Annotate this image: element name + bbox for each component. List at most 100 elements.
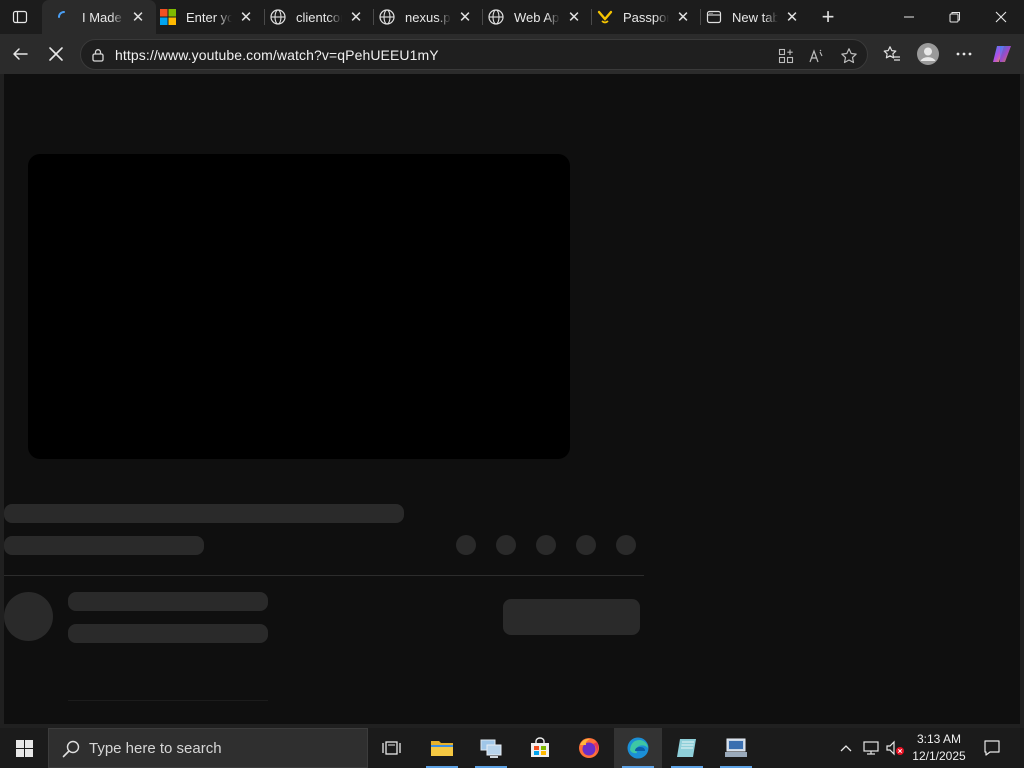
- more-dots-icon: [956, 52, 972, 56]
- tab-close-icon[interactable]: ✕: [130, 9, 146, 26]
- tab-close-icon[interactable]: ✕: [784, 9, 800, 26]
- minimize-button[interactable]: [886, 0, 932, 34]
- back-button[interactable]: [4, 38, 36, 70]
- edge-icon: [627, 737, 649, 759]
- network-status-button[interactable]: [860, 728, 882, 768]
- tab-web-app[interactable]: Web App ✕: [474, 0, 592, 34]
- tab-close-icon[interactable]: ✕: [238, 9, 254, 26]
- tab-microsoft-signin[interactable]: Enter you ✕: [146, 0, 264, 34]
- notepad-app-button[interactable]: [663, 728, 711, 768]
- stop-loading-button[interactable]: [40, 38, 72, 70]
- network-wired-icon: [863, 741, 879, 755]
- notification-bubble-icon: [984, 740, 1000, 756]
- tab-youtube[interactable]: I Made M ✕: [42, 0, 156, 34]
- subscribe-skeleton: [503, 599, 640, 635]
- web-page: [4, 74, 1020, 724]
- stop-x-icon: [49, 47, 63, 61]
- start-button[interactable]: [0, 728, 48, 768]
- globe-icon: [379, 9, 395, 25]
- firefox-button[interactable]: [565, 728, 613, 768]
- clock-date: 12/1/2025: [912, 749, 966, 763]
- close-icon: [995, 11, 1007, 23]
- tab-nexus[interactable]: nexus.pa ✕: [365, 0, 483, 34]
- action-skeleton-dot: [496, 535, 516, 555]
- plus-icon: +: [821, 4, 835, 29]
- browser-toolbar: https://www.youtube.com/watch?v=qPehUEEU…: [0, 34, 1024, 74]
- tab-title: Enter you: [186, 9, 232, 25]
- copilot-button[interactable]: [986, 38, 1018, 70]
- action-skeleton-dot: [456, 535, 476, 555]
- site-info-icon[interactable]: [91, 48, 105, 62]
- tab-close-icon[interactable]: ✕: [566, 9, 582, 26]
- restore-button[interactable]: [932, 0, 978, 34]
- tab-title: clientcon: [296, 9, 342, 25]
- microsoft-store-button[interactable]: [516, 728, 564, 768]
- file-explorer-button[interactable]: [418, 728, 466, 768]
- microsoft-logo-icon: [160, 9, 176, 25]
- search-icon: [62, 740, 80, 758]
- tab-strip: I Made M ✕ Enter you ✕ clientcon ✕: [0, 0, 1024, 34]
- windows-logo-icon: [15, 739, 33, 757]
- volume-button[interactable]: [884, 728, 906, 768]
- tab-title: nexus.pa: [405, 9, 451, 25]
- restore-icon: [949, 12, 960, 23]
- divider: [4, 575, 644, 576]
- address-bar[interactable]: https://www.youtube.com/watch?v=qPehUEEU…: [80, 39, 868, 70]
- globe-icon: [270, 9, 286, 25]
- tab-passport[interactable]: Passport ✕: [583, 0, 701, 34]
- app-available-icon[interactable]: [777, 47, 795, 65]
- action-skeleton-dot: [576, 535, 596, 555]
- title-skeleton: [4, 504, 404, 523]
- description-skeleton-edge: [68, 700, 268, 701]
- edge-button[interactable]: [614, 728, 662, 768]
- close-window-button[interactable]: [978, 0, 1024, 34]
- tab-close-icon[interactable]: ✕: [348, 9, 364, 26]
- subtitle-skeleton: [4, 536, 204, 555]
- tab-clientcon[interactable]: clientcon ✕: [256, 0, 374, 34]
- loading-spinner-icon: [56, 9, 72, 25]
- network-app-button[interactable]: [467, 728, 515, 768]
- favorites-button[interactable]: [876, 38, 908, 70]
- taskbar-clock[interactable]: 3:13 AM 12/1/2025: [904, 731, 974, 765]
- tab-actions-icon: [12, 10, 28, 24]
- action-skeleton-dot: [616, 535, 636, 555]
- remote-desktop-icon: [725, 738, 747, 757]
- clock-time: 3:13 AM: [916, 732, 962, 746]
- globe-icon: [488, 9, 504, 25]
- tab-title: Passport: [623, 9, 669, 25]
- copilot-icon: [993, 46, 1011, 62]
- read-aloud-icon[interactable]: [808, 47, 826, 65]
- arrow-left-icon: [13, 48, 28, 60]
- passport-favicon-icon: [597, 9, 613, 25]
- show-hidden-icons-button[interactable]: [836, 728, 856, 768]
- file-explorer-icon: [431, 741, 453, 756]
- tab-new-tab[interactable]: New tab ✕: [692, 0, 810, 34]
- microsoft-store-icon: [531, 737, 549, 757]
- favorite-star-icon[interactable]: [840, 47, 858, 65]
- taskbar-search-box[interactable]: Type here to search: [48, 728, 368, 768]
- tab-close-icon[interactable]: ✕: [675, 9, 691, 26]
- channel-avatar-skeleton: [4, 592, 53, 641]
- notifications-button[interactable]: [978, 728, 1006, 768]
- tab-title: Web App: [514, 9, 560, 25]
- task-view-button[interactable]: [368, 728, 416, 768]
- task-view-icon: [382, 741, 401, 755]
- network-app-icon: [480, 739, 502, 758]
- channel-meta-skeleton: [68, 624, 268, 643]
- tab-title: I Made M: [82, 9, 124, 25]
- url-text[interactable]: https://www.youtube.com/watch?v=qPehUEEU…: [115, 47, 439, 63]
- minimize-icon: [904, 16, 914, 18]
- avatar-icon: [917, 43, 939, 65]
- remote-desktop-button[interactable]: [712, 728, 760, 768]
- tab-actions-button[interactable]: [0, 0, 40, 34]
- settings-more-button[interactable]: [948, 38, 980, 70]
- tab-title: New tab: [732, 9, 778, 25]
- video-player-placeholder[interactable]: [28, 154, 570, 459]
- firefox-icon: [579, 738, 599, 758]
- new-tab-button[interactable]: +: [814, 3, 842, 31]
- profile-button[interactable]: [912, 38, 944, 70]
- notepad-app-icon: [677, 739, 696, 757]
- window-frame-right: [1020, 74, 1024, 724]
- tab-close-icon[interactable]: ✕: [457, 9, 473, 26]
- channel-name-skeleton: [68, 592, 268, 611]
